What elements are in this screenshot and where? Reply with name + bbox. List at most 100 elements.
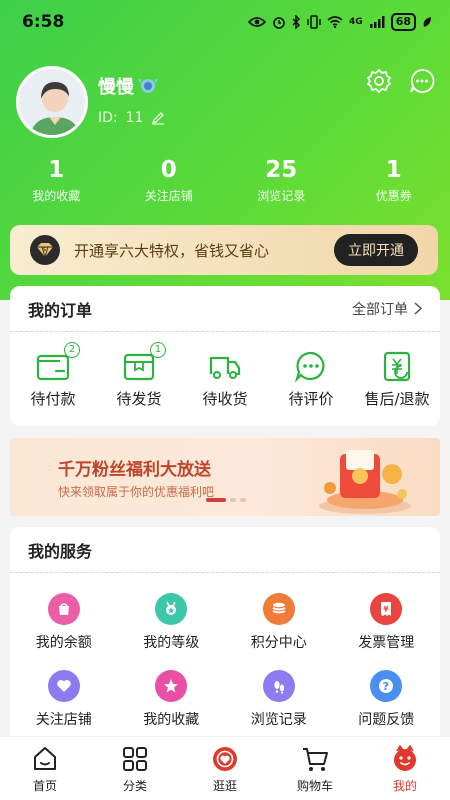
- service-favorites[interactable]: 我的收藏: [118, 670, 226, 729]
- points-icon: [262, 593, 295, 625]
- tab-label: 首页: [32, 779, 57, 793]
- star-icon: [155, 670, 188, 702]
- stat-value: 1: [48, 157, 65, 183]
- all-orders-label: 全部订单: [352, 301, 408, 318]
- tab-category[interactable]: 分类: [90, 737, 180, 800]
- service-label: 我的余额: [35, 635, 92, 651]
- all-orders-link[interactable]: 全部订单: [352, 299, 422, 319]
- tab-profile[interactable]: 我的: [360, 737, 450, 800]
- service-browse-history[interactable]: 浏览记录: [225, 670, 333, 729]
- tab-label: 逛逛: [212, 779, 237, 793]
- grid-icon: [123, 747, 147, 771]
- level-icon: [155, 593, 188, 625]
- avatar[interactable]: [16, 66, 88, 138]
- service-label: 关注店铺: [35, 712, 92, 728]
- stat-label: 浏览记录: [257, 189, 306, 203]
- order-pending-shipment[interactable]: 1 待发货: [96, 342, 182, 409]
- settings-gear-icon[interactable]: [366, 68, 392, 94]
- tab-explore[interactable]: 逛逛: [180, 737, 270, 800]
- message-icon[interactable]: [409, 68, 435, 94]
- order-pending-payment[interactable]: 2 待付款: [10, 342, 96, 409]
- service-balance[interactable]: 我的余额: [10, 593, 118, 652]
- balance-icon: [47, 593, 80, 625]
- vip-open-button[interactable]: 立即开通: [334, 234, 418, 266]
- stat-favorites[interactable]: 1 我的收藏: [0, 155, 113, 204]
- banner-dot: [240, 498, 246, 502]
- user-id-row: ID: 11: [98, 110, 165, 126]
- profile-icon: [394, 745, 416, 771]
- bluetooth-icon: [292, 15, 301, 29]
- service-label: 发票管理: [358, 635, 415, 651]
- footprint-icon: [262, 670, 295, 702]
- service-invoice[interactable]: 发票管理: [333, 593, 441, 652]
- user-id-label: ID:: [98, 110, 118, 126]
- banner-title: 千万粉丝福利大放送: [58, 460, 211, 480]
- vibrate-icon: [307, 15, 321, 29]
- stat-followed-shops[interactable]: 0 关注店铺: [113, 155, 226, 204]
- service-feedback[interactable]: ? 问题反馈: [333, 670, 441, 729]
- user-id-value: 11: [125, 110, 144, 126]
- network-type: 4G: [349, 17, 363, 27]
- my-orders-card: 我的订单 全部订单 2 待付款 1 待发货 待收货 待评价 售后/退款: [10, 286, 440, 426]
- edit-icon[interactable]: [151, 111, 165, 125]
- alarm-icon: [273, 17, 285, 29]
- home-icon: [34, 747, 56, 770]
- my-services-card: 我的服务 我的余额 我的等级 积分中心 发票管理 关注店铺 我的收藏 浏览记录 …: [10, 527, 440, 757]
- orders-title: 我的订单: [28, 300, 93, 320]
- cart-icon: [303, 748, 328, 771]
- battery-level: 68: [390, 13, 416, 31]
- order-label: 待收货: [202, 390, 248, 408]
- order-label: 待发货: [116, 390, 162, 408]
- stat-value: 0: [160, 157, 177, 183]
- order-badge: 1: [150, 342, 166, 358]
- tab-cart[interactable]: 购物车: [270, 737, 360, 800]
- tab-home[interactable]: 首页: [0, 737, 90, 800]
- stat-value: 1: [385, 157, 402, 183]
- service-label: 我的收藏: [143, 712, 200, 728]
- orders-header: 我的订单 全部订单: [10, 286, 440, 332]
- service-followed-shops[interactable]: 关注店铺: [10, 670, 118, 729]
- tab-label: 我的: [392, 779, 417, 793]
- svg-text:$: $: [43, 247, 46, 253]
- vip-diamond-icon: $: [30, 235, 60, 265]
- stat-label: 我的收藏: [32, 189, 81, 203]
- member-level-badge-icon: [138, 78, 158, 93]
- order-pending-review[interactable]: 待评价: [268, 350, 354, 409]
- bottom-tab-bar: 首页 分类 逛逛 购物车 我的: [0, 736, 450, 800]
- order-status-row: 2 待付款 1 待发货 待收货 待评价 售后/退款: [10, 332, 440, 409]
- username-text: 慢慢: [98, 77, 134, 98]
- banner-dot-active: [206, 498, 226, 502]
- service-points-center[interactable]: 积分中心: [225, 593, 333, 652]
- banner-dot: [230, 498, 236, 502]
- services-grid: 我的余额 我的等级 积分中心 发票管理 关注店铺 我的收藏 浏览记录 ? 问题反…: [10, 573, 440, 729]
- red-envelope-gift-icon: [319, 450, 411, 514]
- service-level[interactable]: 我的等级: [118, 593, 226, 652]
- signal-icon: [369, 16, 385, 28]
- order-label: 待付款: [30, 390, 76, 408]
- promo-banner[interactable]: 千万粉丝福利大放送 快来领取属于你的优惠福利吧: [10, 438, 440, 516]
- vip-text: 开通享六大特权，省钱又省心: [74, 241, 270, 260]
- status-bar: 6:58 4G 68: [0, 0, 450, 44]
- stat-value: 25: [265, 157, 298, 183]
- vip-membership-banner[interactable]: $ 开通享六大特权，省钱又省心 立即开通: [10, 225, 438, 275]
- banner-pagination: [206, 498, 246, 502]
- service-label: 问题反馈: [358, 712, 415, 728]
- order-after-sales[interactable]: 售后/退款: [354, 350, 440, 409]
- status-time: 6:58: [22, 12, 65, 32]
- order-label: 待评价: [288, 390, 334, 408]
- username: 慢慢: [98, 73, 158, 99]
- stat-coupons[interactable]: 1 优惠券: [338, 155, 450, 204]
- svg-text:?: ?: [383, 680, 389, 693]
- tab-label: 购物车: [296, 779, 333, 793]
- comment-icon: [294, 351, 325, 383]
- status-icons: 4G 68: [248, 13, 432, 31]
- refund-icon: [383, 351, 411, 382]
- service-label: 浏览记录: [250, 712, 307, 728]
- stat-browse-history[interactable]: 25 浏览记录: [225, 155, 338, 204]
- order-pending-receipt[interactable]: 待收货: [182, 350, 268, 409]
- leaf-icon: [423, 17, 431, 27]
- order-badge: 2: [64, 342, 80, 358]
- order-label: 售后/退款: [364, 390, 430, 408]
- chevron-right-icon: [414, 302, 422, 315]
- services-title: 我的服务: [28, 541, 93, 561]
